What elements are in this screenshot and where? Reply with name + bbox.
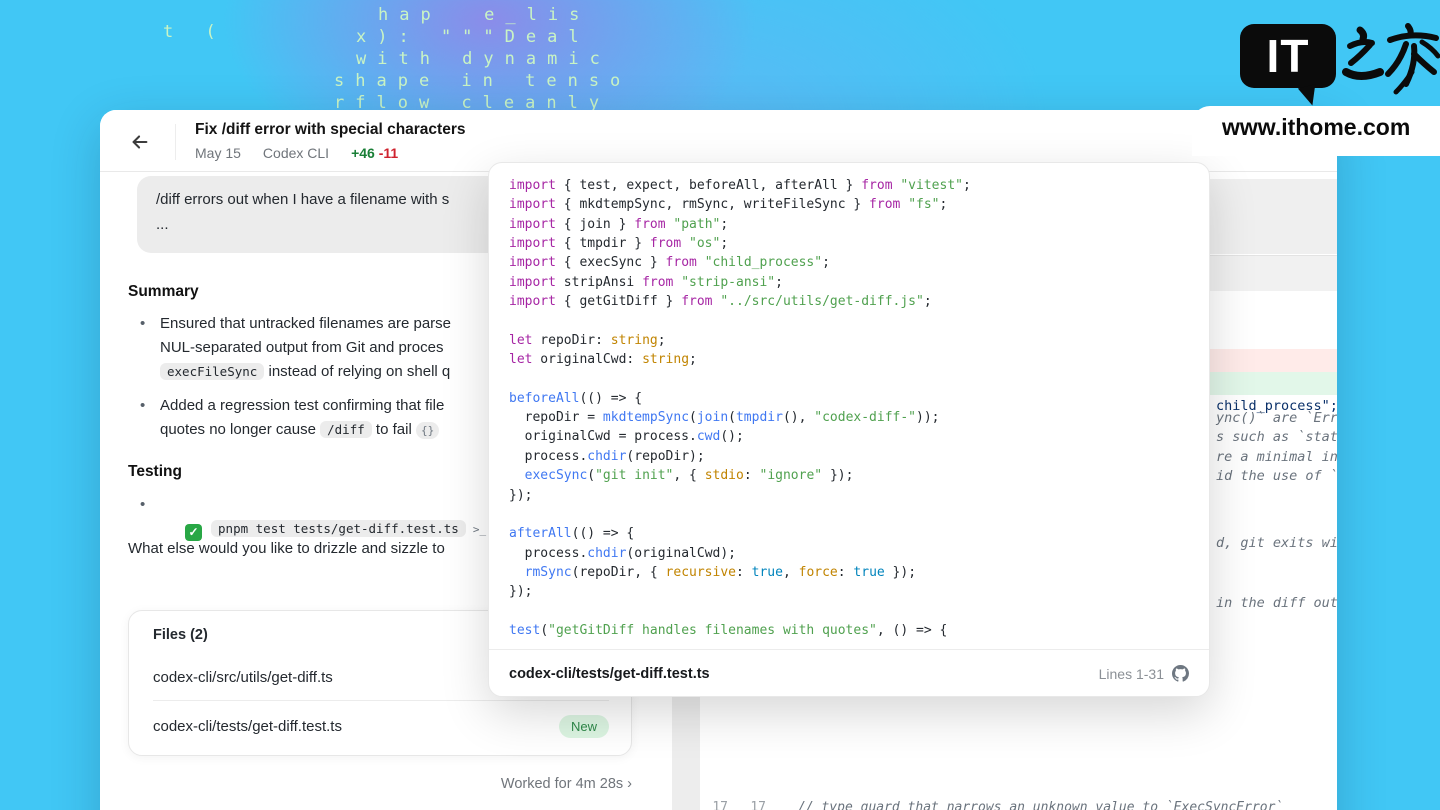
deletions-count: -11 [379,145,398,161]
github-icon[interactable] [1172,665,1189,682]
test-command-chip: pnpm test tests/get-diff.test.ts [211,520,466,537]
arrow-left-icon [129,131,151,153]
code-preview-content[interactable]: import { test, expect, beforeAll, afterA… [489,163,1209,649]
additions-count: +46 [351,145,375,161]
task-meta: May 15 Codex CLI +46 -11 [195,145,398,161]
task-title: Fix /diff error with special characters [195,121,466,139]
ithome-url: www.ithome.com [1222,114,1410,141]
diff-row: 1717// type guard that narrows an unknow… [672,798,1337,810]
ithome-logo-text: IT [1267,33,1310,79]
header-divider [175,124,176,160]
testing-heading: Testing [128,463,182,481]
summary-heading: Summary [128,283,199,301]
task-date: May 15 [195,145,241,161]
code-preview-overlay: import { test, expect, beforeAll, afterA… [488,162,1210,697]
diff-code-rows: 1717// type guard that narrows an unknow… [672,798,1337,810]
bullet-dot: • [140,493,145,517]
file-path: codex-cli/tests/get-diff.test.ts [153,718,342,735]
check-passed-icon: ✓ [185,524,202,541]
code-preview-footer: codex-cli/tests/get-diff.test.ts Lines 1… [489,649,1209,697]
ithome-logo: IT [1240,24,1336,88]
worked-duration-link[interactable]: Worked for 4m 28s › [128,776,632,792]
code-preview-line-range: Lines 1-31 [1099,666,1164,682]
bullet-dot: • [140,394,145,418]
back-button[interactable] [124,126,156,158]
bullet-dot: • [140,312,145,336]
files-heading: Files (2) [153,627,208,643]
ithome-chinese-calligraphy [1342,20,1440,105]
file-path: codex-cli/src/utils/get-diff.ts [153,669,333,686]
diff-stats: +46 -11 [351,145,398,161]
task-agent: Codex CLI [263,145,329,161]
file-row-get-diff-test[interactable]: codex-cli/tests/get-diff.test.ts New [153,703,609,749]
new-file-badge: New [559,715,609,738]
code-preview-file-path: codex-cli/tests/get-diff.test.ts [509,666,710,682]
terminal-icon[interactable]: >_ [473,523,486,536]
